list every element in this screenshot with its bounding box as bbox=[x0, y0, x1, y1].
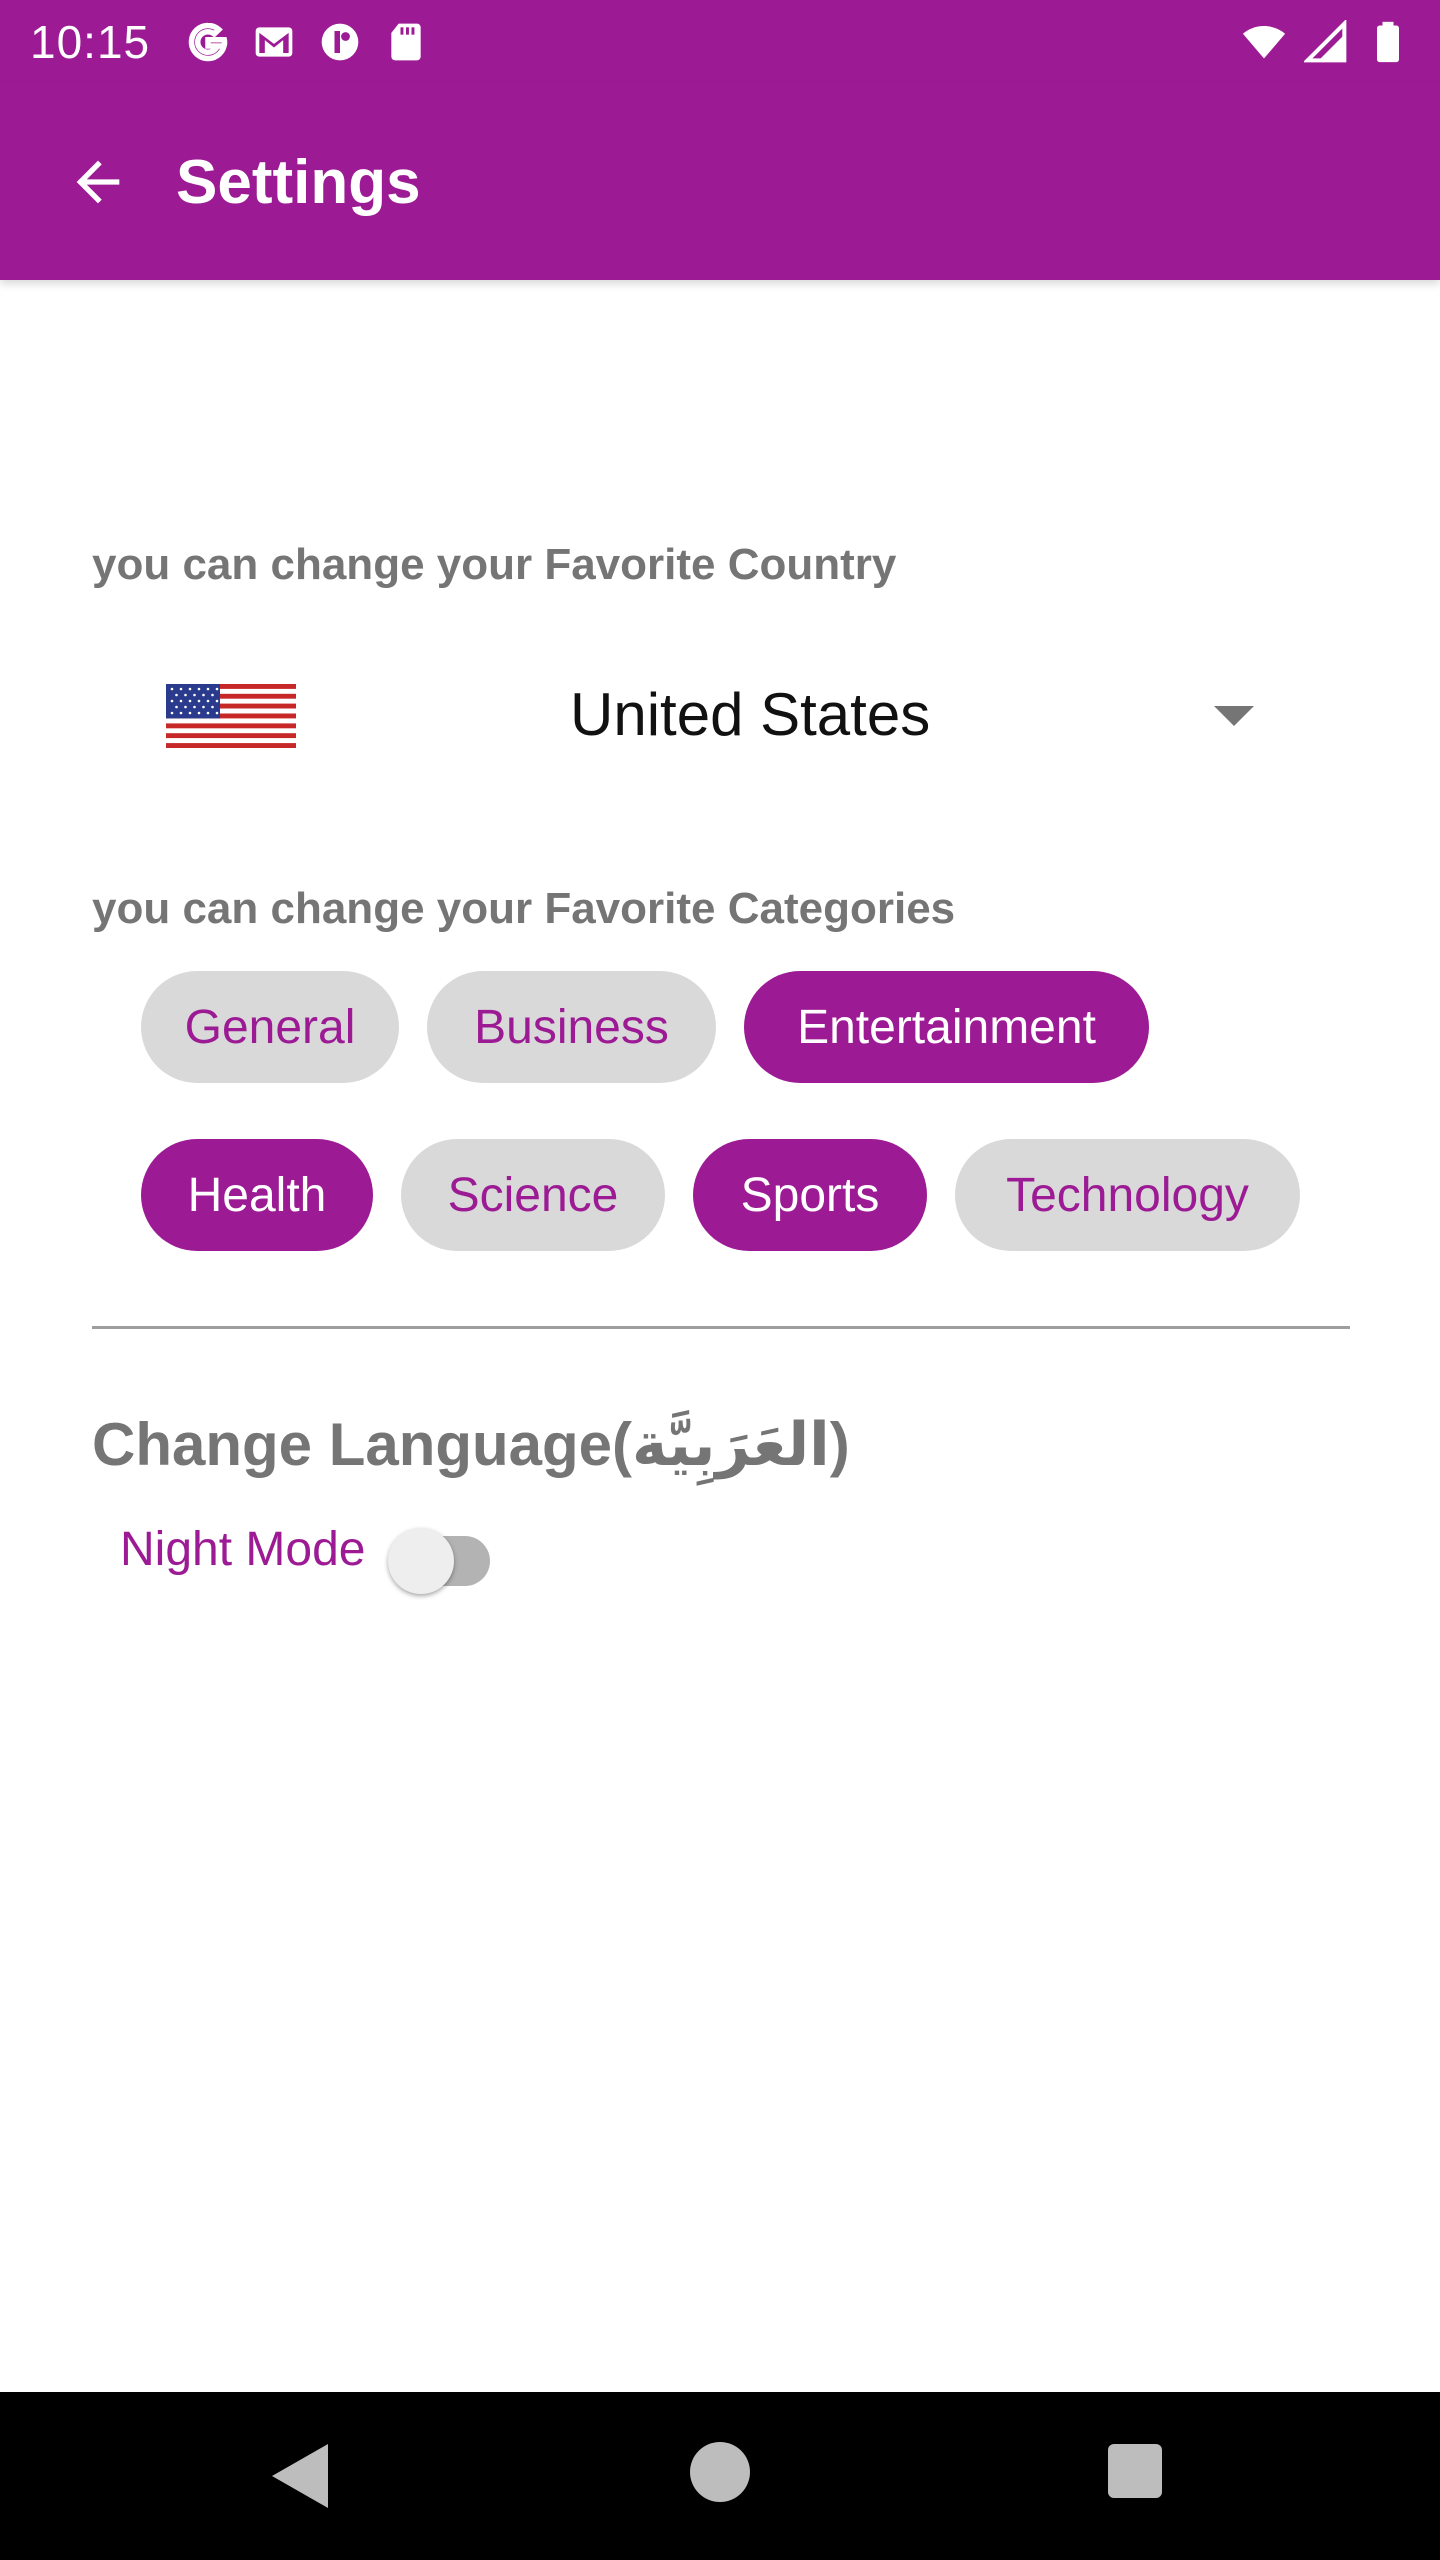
change-language-link[interactable]: Change Language(العَرَبِيَّة) bbox=[92, 1410, 850, 1480]
settings-screen: 10:15 Settings you can change your Favor… bbox=[0, 0, 1440, 2560]
chip-general[interactable]: General bbox=[141, 971, 399, 1083]
chip-health[interactable]: Health bbox=[141, 1139, 373, 1251]
wifi-icon bbox=[1242, 26, 1286, 59]
status-bar: 10:15 bbox=[0, 0, 1440, 84]
back-button[interactable] bbox=[48, 132, 148, 232]
dropdown-arrow-icon bbox=[1214, 706, 1254, 726]
app-notification-icon bbox=[321, 23, 359, 61]
nav-back-icon[interactable] bbox=[272, 2444, 328, 2508]
system-navigation-bar bbox=[0, 2392, 1440, 2560]
status-notification-icons bbox=[186, 20, 428, 64]
country-selector[interactable]: United States bbox=[92, 650, 1292, 785]
app-bar: Settings bbox=[0, 84, 1440, 280]
page-title: Settings bbox=[176, 147, 421, 217]
country-section-label: you can change your Favorite Country bbox=[92, 540, 897, 589]
sd-card-icon bbox=[391, 23, 421, 61]
night-mode-switch[interactable] bbox=[384, 1514, 508, 1594]
status-time: 10:15 bbox=[30, 16, 151, 68]
gmail-icon bbox=[255, 27, 293, 57]
chip-science[interactable]: Science bbox=[401, 1139, 665, 1251]
battery-icon bbox=[1377, 21, 1399, 63]
nav-recents-icon[interactable] bbox=[1108, 2444, 1162, 2498]
nav-home-icon[interactable] bbox=[690, 2442, 750, 2502]
status-system-icons bbox=[1242, 20, 1410, 64]
google-icon bbox=[188, 22, 228, 62]
switch-thumb bbox=[388, 1528, 454, 1594]
night-mode-label: Night Mode bbox=[120, 1523, 366, 1576]
arrow-back-icon bbox=[76, 160, 120, 204]
selected-country: United States bbox=[570, 681, 931, 748]
chip-technology[interactable]: Technology bbox=[955, 1139, 1300, 1251]
section-divider bbox=[92, 1326, 1350, 1329]
chip-entertainment[interactable]: Entertainment bbox=[744, 971, 1149, 1083]
chip-sports[interactable]: Sports bbox=[693, 1139, 927, 1251]
categories-section-label: you can change your Favorite Categories bbox=[92, 884, 956, 933]
chip-business[interactable]: Business bbox=[427, 971, 716, 1083]
cellular-signal-icon bbox=[1304, 20, 1347, 63]
us-flag-icon bbox=[166, 684, 296, 748]
